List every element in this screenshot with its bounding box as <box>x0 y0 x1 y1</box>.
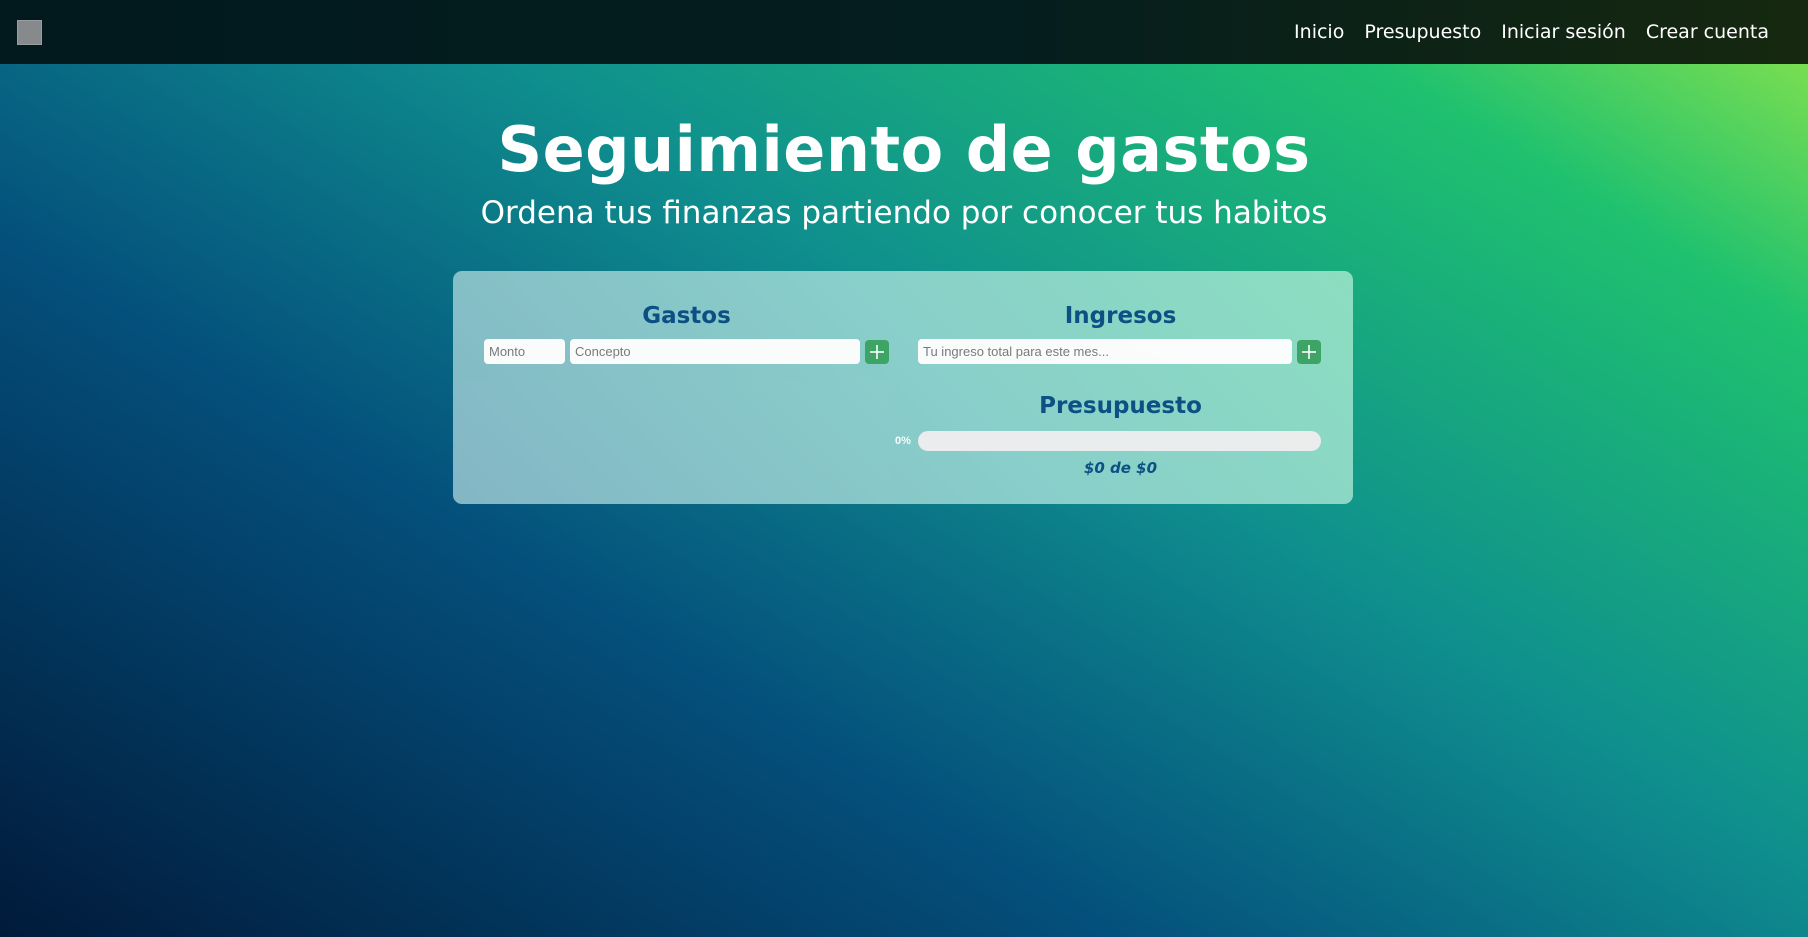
add-gasto-button[interactable] <box>865 339 889 364</box>
ingresos-section: Ingresos Presupuesto 0% $0 de $0 <box>895 301 1323 478</box>
plus-icon <box>870 344 884 359</box>
top-navbar: Inicio Presupuesto Iniciar sesión Crear … <box>0 0 1808 64</box>
logo-placeholder-icon[interactable] <box>17 19 42 45</box>
page-subtitle: Ordena tus finanzas partiendo por conoce… <box>480 195 1328 231</box>
budget-progress: 0% <box>895 431 1323 451</box>
presupuesto-title: Presupuesto <box>1039 393 1202 419</box>
budget-summary: $0 de $0 <box>1083 459 1158 477</box>
ingresos-title: Ingresos <box>1064 303 1177 329</box>
add-ingreso-button[interactable] <box>1297 339 1321 364</box>
gastos-title: Gastos <box>642 303 731 329</box>
gastos-section: Gastos <box>484 301 889 364</box>
nav-link-crear-cuenta[interactable]: Crear cuenta <box>1646 21 1769 43</box>
monto-input[interactable] <box>484 339 565 364</box>
nav-link-inicio[interactable]: Inicio <box>1294 21 1344 43</box>
nav-link-presupuesto[interactable]: Presupuesto <box>1364 21 1481 43</box>
page-title: Seguimiento de gastos <box>497 113 1311 186</box>
plus-icon <box>1302 344 1316 359</box>
gastos-input-row <box>484 339 889 364</box>
progress-percent-label: 0% <box>895 435 911 447</box>
finance-card: Gastos Ingresos Presupuesto <box>453 271 1353 504</box>
nav-links: Inicio Presupuesto Iniciar sesión Crear … <box>1294 21 1769 43</box>
ingreso-input[interactable] <box>918 339 1292 364</box>
progress-track <box>918 431 1321 451</box>
concepto-input[interactable] <box>570 339 860 364</box>
ingresos-input-row <box>918 339 1323 364</box>
nav-link-iniciar-sesion[interactable]: Iniciar sesión <box>1501 21 1626 43</box>
